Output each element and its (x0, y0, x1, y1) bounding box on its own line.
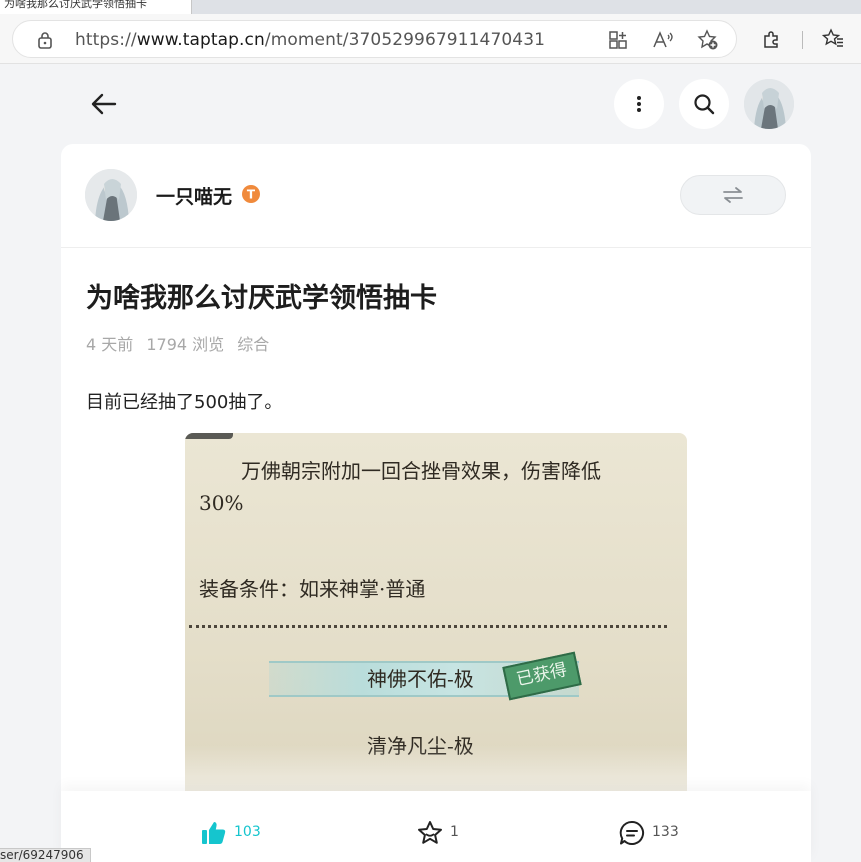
browser-toolbar: https://www.taptap.cn/moment/37052996791… (0, 14, 861, 64)
post-body: 目前已经抽了500抽了。 (86, 392, 283, 413)
app-grid-icon[interactable] (607, 29, 629, 51)
arrow-left-icon[interactable] (88, 88, 120, 120)
vertical-dots-icon (637, 96, 641, 112)
browser-tab-strip: 为啥我那么讨厌武学领悟抽卡 (0, 0, 861, 14)
author-avatar-image (85, 169, 137, 221)
favorite-button[interactable]: 1 (416, 819, 476, 847)
post-title: 为啥我那么讨厌武学领悟抽卡 (86, 283, 437, 314)
more-button[interactable] (614, 79, 664, 129)
swap-arrows-icon (723, 187, 743, 203)
image-text-line2: 30% (199, 491, 244, 515)
search-icon (694, 94, 715, 115)
url-scheme: https:// (75, 30, 137, 50)
post-card: 一只喵无 T 为啥我那么讨厌武学领悟抽卡 4 天前 1794 浏览 综合 目前已… (61, 144, 811, 862)
comment-button[interactable]: 133 (618, 819, 698, 847)
post-time: 4 天前 (86, 335, 134, 354)
toolbar-separator (802, 31, 803, 49)
action-bar: 103 1 133 (61, 791, 811, 862)
badge-letter: T (247, 188, 256, 202)
comment-icon (619, 820, 644, 845)
author-avatar[interactable] (85, 169, 137, 221)
image-dotted-divider (189, 625, 667, 628)
url-text[interactable]: https://www.taptap.cn/moment/37052996791… (75, 30, 545, 50)
level-badge-icon: T (242, 185, 260, 203)
image-text-line1: 万佛朝宗附加一回合挫骨效果，伤害降低 (241, 459, 601, 483)
follow-toggle-button[interactable] (680, 175, 786, 215)
url-host: www.taptap.cn (136, 30, 265, 50)
add-favorite-icon[interactable] (697, 29, 719, 51)
author-name[interactable]: 一只喵无 (156, 182, 232, 209)
comment-count: 133 (652, 824, 679, 840)
header-divider (61, 247, 811, 248)
browser-tab-active[interactable]: 为啥我那么讨厌武学领悟抽卡 (0, 0, 192, 14)
star-icon (418, 821, 442, 844)
like-button[interactable]: 103 (200, 819, 280, 847)
post-category[interactable]: 综合 (237, 335, 269, 354)
extensions-icon[interactable] (761, 28, 783, 50)
search-button[interactable] (679, 79, 729, 129)
favorites-icon[interactable] (822, 28, 844, 50)
post-image[interactable]: 万佛朝宗附加一回合挫骨效果，伤害降低 30% 装备条件：如来神掌·普通 神佛不佑… (185, 433, 687, 795)
post-meta: 4 天前 1794 浏览 综合 (86, 331, 277, 355)
image-corner-decoration (185, 433, 233, 439)
favorite-count: 1 (450, 824, 459, 840)
like-count: 103 (234, 824, 261, 840)
status-bar-url: ser/69247906 (0, 848, 91, 862)
avatar-image (744, 79, 794, 129)
image-item1: 神佛不佑-极 (367, 667, 474, 691)
image-bottom-fade (185, 745, 687, 795)
user-avatar[interactable] (744, 79, 794, 129)
url-path: /moment/370529967911470431 (264, 30, 546, 50)
image-text-line3: 装备条件：如来神掌·普通 (199, 577, 426, 601)
post-views: 1794 浏览 (146, 335, 225, 354)
address-bar[interactable]: https://www.taptap.cn/moment/37052996791… (12, 20, 737, 58)
read-aloud-icon[interactable] (652, 29, 674, 51)
lock-icon[interactable] (37, 31, 53, 49)
thumbs-up-icon (202, 822, 226, 844)
tab-title: 为啥我那么讨厌武学领悟抽卡 (4, 0, 147, 10)
